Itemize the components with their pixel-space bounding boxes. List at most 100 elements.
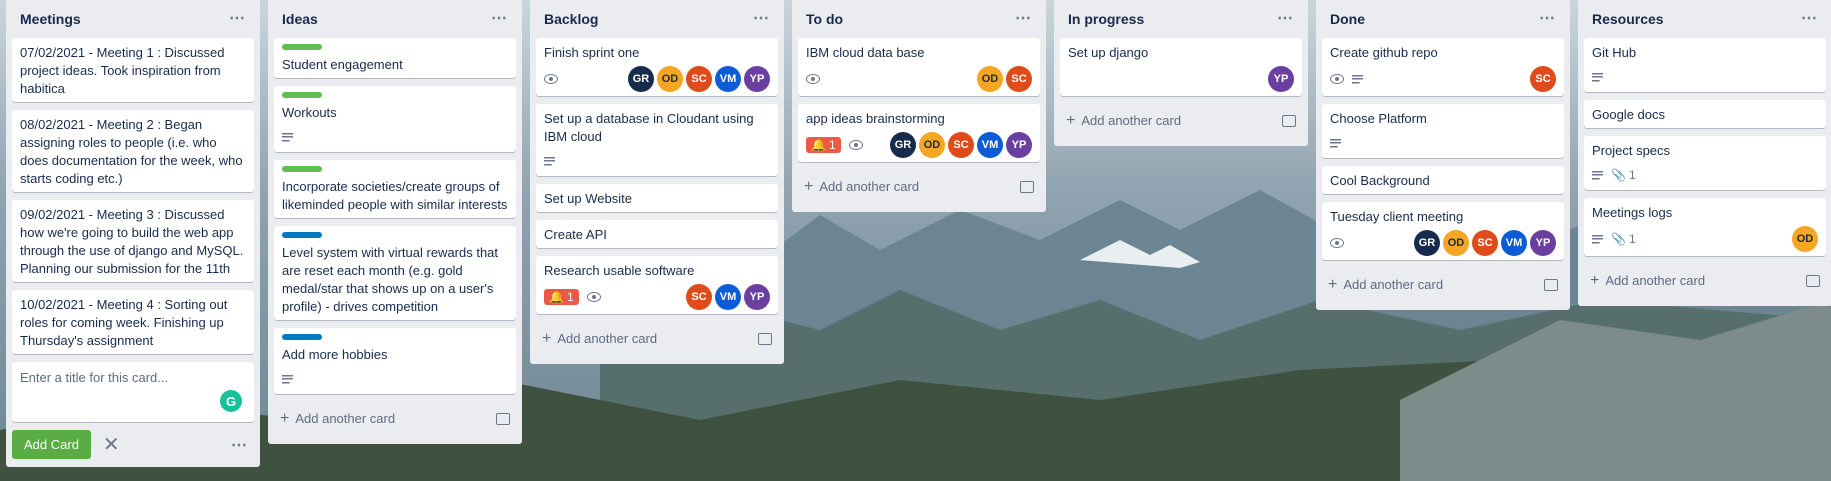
card[interactable]: Set up a database in Cloudant using IBM …: [536, 104, 778, 176]
list-title[interactable]: Backlog: [544, 11, 598, 27]
avatar[interactable]: VM: [977, 132, 1003, 158]
avatar[interactable]: VM: [1501, 230, 1527, 256]
list-menu-icon[interactable]: ⋯: [1277, 11, 1294, 27]
card[interactable]: Choose Platform: [1322, 104, 1564, 158]
card-badges: [282, 126, 508, 148]
avatar[interactable]: YP: [744, 66, 770, 92]
blue-label[interactable]: [282, 334, 322, 340]
card[interactable]: app ideas brainstorming 🔔 1 GR OD SC VM Y…: [798, 104, 1040, 162]
card[interactable]: Research usable software 🔔 1 SC VM YP: [536, 256, 778, 314]
card-badges: GR OD SC VM YP: [544, 66, 770, 92]
close-icon[interactable]: ✕: [103, 432, 120, 457]
card[interactable]: Level system with virtual rewards that a…: [274, 226, 516, 320]
list-menu-icon[interactable]: ⋯: [491, 11, 508, 27]
card[interactable]: 07/02/2021 - Meeting 1 : Discussed proje…: [12, 38, 254, 102]
card[interactable]: Add more hobbies: [274, 328, 516, 394]
card-title: Set up django: [1068, 45, 1149, 60]
template-icon[interactable]: [1282, 115, 1296, 127]
add-another-card-button[interactable]: + Add another card: [1584, 264, 1826, 298]
list-title[interactable]: Done: [1330, 11, 1365, 27]
avatar[interactable]: YP: [744, 284, 770, 310]
avatar[interactable]: OD: [657, 66, 683, 92]
avatar[interactable]: VM: [715, 66, 741, 92]
card-badges: GR OD SC VM YP: [1330, 230, 1556, 256]
green-label[interactable]: [282, 166, 322, 172]
plus-icon: +: [1328, 276, 1338, 293]
card[interactable]: Tuesday client meeting GR OD SC VM YP: [1322, 202, 1564, 260]
avatar[interactable]: SC: [948, 132, 974, 158]
list-title[interactable]: Meetings: [20, 11, 81, 27]
list-title[interactable]: In progress: [1068, 11, 1144, 27]
list-menu-icon[interactable]: ⋯: [229, 11, 246, 27]
list-backlog: Backlog ⋯ Finish sprint one GR OD SC VM …: [530, 0, 784, 364]
card[interactable]: Git Hub: [1584, 38, 1826, 92]
card[interactable]: 10/02/2021 - Meeting 4 : Sorting out rol…: [12, 290, 254, 354]
grammarly-icon[interactable]: G: [220, 390, 242, 412]
card[interactable]: 09/02/2021 - Meeting 3 : Discussed how w…: [12, 200, 254, 282]
template-icon[interactable]: [1806, 275, 1820, 287]
add-another-card-button[interactable]: + Add another card: [536, 322, 778, 356]
card[interactable]: Workouts: [274, 86, 516, 152]
add-another-card-button[interactable]: + Add another card: [798, 170, 1040, 204]
template-icon[interactable]: [1544, 279, 1558, 291]
list-menu-icon[interactable]: ⋯: [1015, 11, 1032, 27]
list-to-do: To do ⋯ IBM cloud data base OD SC app id…: [792, 0, 1046, 212]
card[interactable]: Meetings logs 📎 1 OD: [1584, 198, 1826, 256]
avatar[interactable]: GR: [628, 66, 654, 92]
card[interactable]: 08/02/2021 - Meeting 2 : Began assigning…: [12, 110, 254, 192]
due-reminder-badge[interactable]: 🔔 1: [544, 289, 579, 305]
list-title[interactable]: Ideas: [282, 11, 318, 27]
green-label[interactable]: [282, 44, 322, 50]
list-title[interactable]: To do: [806, 11, 843, 27]
due-reminder-badge[interactable]: 🔔 1: [806, 137, 841, 153]
avatar[interactable]: SC: [1530, 66, 1556, 92]
add-another-card-button[interactable]: + Add another card: [1060, 104, 1302, 138]
attachment-badge: 📎 1: [1611, 232, 1636, 246]
add-another-label: Add another card: [1081, 113, 1182, 128]
list-menu-icon[interactable]: ⋯: [1539, 11, 1556, 27]
avatar[interactable]: VM: [715, 284, 741, 310]
add-another-card-button[interactable]: + Add another card: [274, 402, 516, 436]
card-title: 07/02/2021 - Meeting 1 : Discussed proje…: [20, 45, 225, 96]
card[interactable]: IBM cloud data base OD SC: [798, 38, 1040, 96]
card[interactable]: Google docs: [1584, 100, 1826, 128]
avatar[interactable]: GR: [890, 132, 916, 158]
avatar[interactable]: YP: [1006, 132, 1032, 158]
card[interactable]: Project specs 📎 1: [1584, 136, 1826, 190]
avatar[interactable]: SC: [686, 66, 712, 92]
card[interactable]: Cool Background: [1322, 166, 1564, 194]
list-title[interactable]: Resources: [1592, 11, 1664, 27]
list-menu-icon[interactable]: ⋯: [753, 11, 770, 27]
card[interactable]: Incorporate societies/create groups of l…: [274, 160, 516, 218]
card[interactable]: Create API: [536, 220, 778, 248]
card[interactable]: Set up django YP: [1060, 38, 1302, 96]
avatar[interactable]: GR: [1414, 230, 1440, 256]
list-meetings: Meetings ⋯ 07/02/2021 - Meeting 1 : Disc…: [6, 0, 260, 467]
template-icon[interactable]: [1020, 181, 1034, 193]
avatar[interactable]: YP: [1530, 230, 1556, 256]
avatar[interactable]: OD: [1792, 226, 1818, 252]
avatar[interactable]: SC: [1006, 66, 1032, 92]
card-composer-input[interactable]: Enter a title for this card... G: [12, 362, 254, 422]
watch-icon: [1330, 74, 1344, 84]
card-badges: [544, 150, 770, 172]
green-label[interactable]: [282, 92, 322, 98]
avatar[interactable]: OD: [1443, 230, 1469, 256]
list-menu-icon[interactable]: ⋯: [1801, 11, 1818, 27]
avatar[interactable]: YP: [1268, 66, 1294, 92]
more-options-icon[interactable]: ⋯: [231, 435, 248, 455]
avatar[interactable]: SC: [686, 284, 712, 310]
avatar[interactable]: OD: [977, 66, 1003, 92]
card[interactable]: Student engagement: [274, 38, 516, 78]
add-card-button[interactable]: Add Card: [12, 430, 91, 459]
avatar[interactable]: OD: [919, 132, 945, 158]
avatar[interactable]: SC: [1472, 230, 1498, 256]
template-icon[interactable]: [496, 413, 510, 425]
blue-label[interactable]: [282, 232, 322, 238]
card[interactable]: Create github repo SC: [1322, 38, 1564, 96]
card[interactable]: Set up Website: [536, 184, 778, 212]
card[interactable]: Finish sprint one GR OD SC VM YP: [536, 38, 778, 96]
template-icon[interactable]: [758, 333, 772, 345]
add-another-card-button[interactable]: + Add another card: [1322, 268, 1564, 302]
add-another-label: Add another card: [295, 411, 396, 426]
